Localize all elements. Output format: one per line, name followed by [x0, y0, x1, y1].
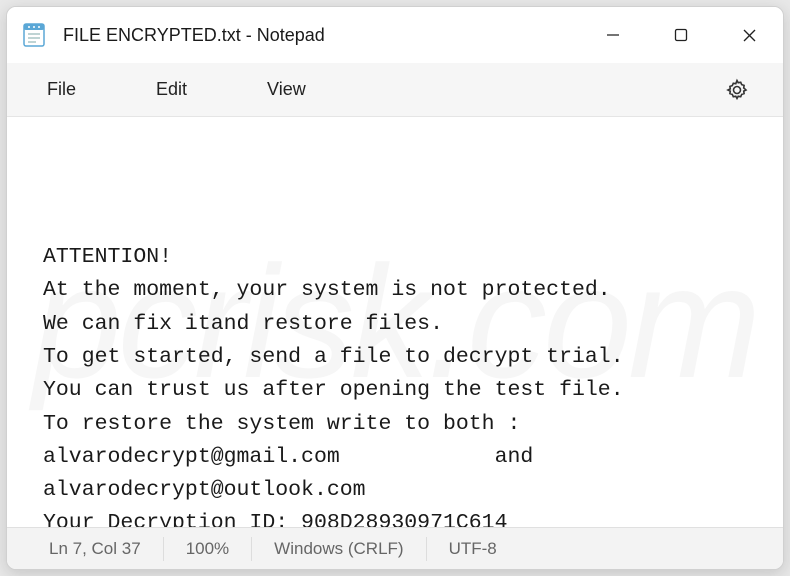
status-position: Ln 7, Col 37 — [27, 537, 164, 561]
menu-edit[interactable]: Edit — [140, 71, 203, 108]
status-zoom[interactable]: 100% — [164, 537, 252, 561]
close-button[interactable] — [715, 7, 783, 63]
menu-file[interactable]: File — [31, 71, 92, 108]
status-encoding: UTF-8 — [427, 537, 519, 561]
text-area[interactable]: pcrisk.com ATTENTION! At the moment, you… — [7, 117, 783, 527]
window-title: FILE ENCRYPTED.txt - Notepad — [63, 25, 579, 46]
status-line-ending: Windows (CRLF) — [252, 537, 426, 561]
notepad-window: FILE ENCRYPTED.txt - Notepad File Edit V… — [6, 6, 784, 570]
statusbar: Ln 7, Col 37 100% Windows (CRLF) UTF-8 — [7, 527, 783, 569]
notepad-icon — [21, 22, 47, 48]
menu-view[interactable]: View — [251, 71, 322, 108]
settings-button[interactable] — [715, 68, 759, 112]
menubar: File Edit View — [7, 63, 783, 117]
gear-icon — [725, 78, 749, 102]
minimize-button[interactable] — [579, 7, 647, 63]
document-text: ATTENTION! At the moment, your system is… — [43, 241, 751, 527]
titlebar[interactable]: FILE ENCRYPTED.txt - Notepad — [7, 7, 783, 63]
window-controls — [579, 7, 783, 63]
maximize-button[interactable] — [647, 7, 715, 63]
